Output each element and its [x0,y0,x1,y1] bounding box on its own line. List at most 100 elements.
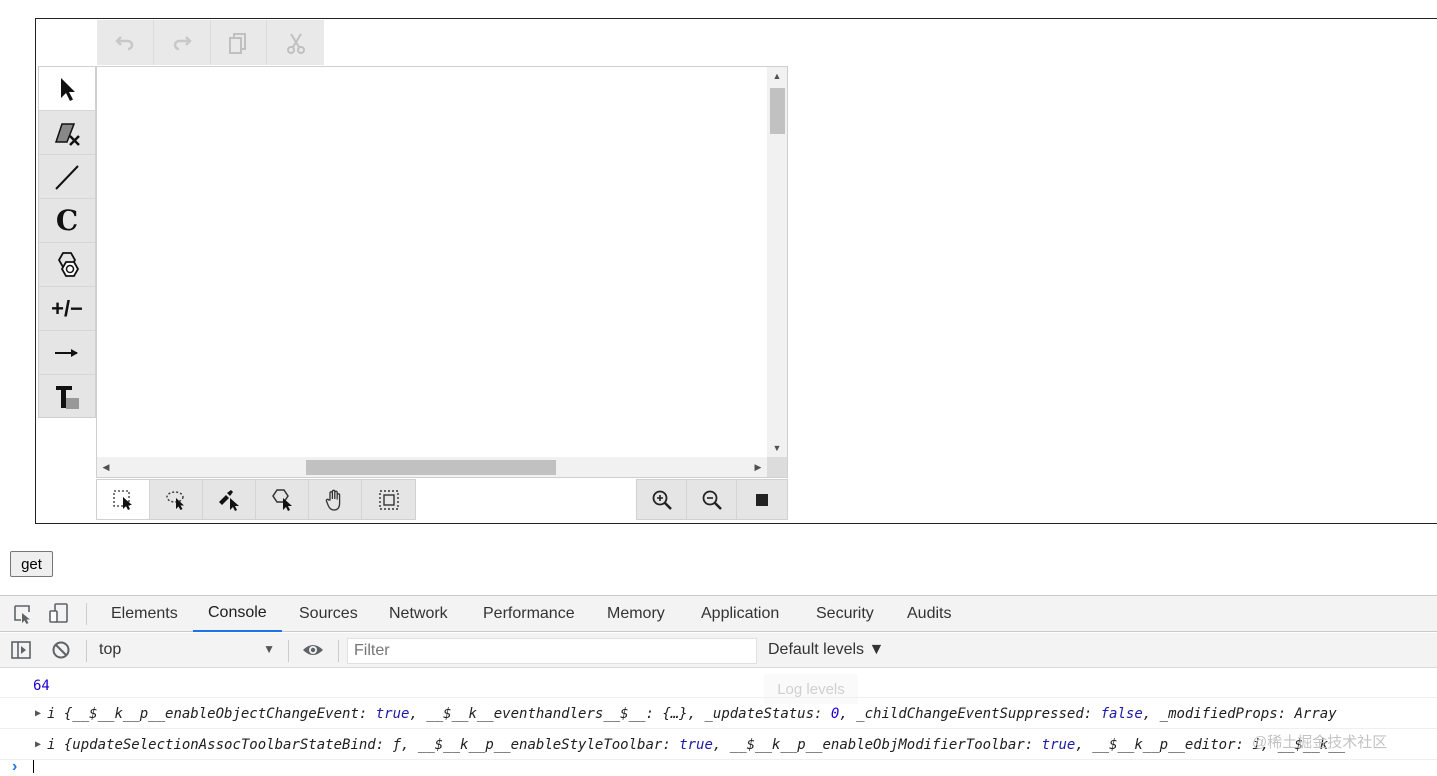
object-token: , _modifiedProps: Array [1142,705,1337,722]
context-selector[interactable]: top ▼ [93,636,283,664]
console-message-object[interactable]: ▶ i {__$__k__p__enableObjectChangeEvent:… [0,699,1437,729]
object-prefix: i { [47,736,73,753]
watermark: @稀土掘金技术社区 [1252,734,1388,751]
toolbar-separator [86,640,87,662]
copy-icon [229,32,247,54]
object-token: true [375,705,410,722]
expand-triangle-icon[interactable]: ▶ [35,708,47,719]
scroll-left-icon[interactable]: ◀ [97,457,115,477]
zoom-in-icon [652,490,672,510]
get-button[interactable]: get [10,551,53,577]
tab-performance[interactable]: Performance [483,596,575,632]
eraser-icon [54,122,80,146]
tab-audits[interactable]: Audits [907,596,951,632]
device-toolbar-button[interactable] [48,602,70,629]
select-arrow-icon [61,77,75,101]
carbon-atom-icon: C [55,204,79,237]
device-mode-icon [49,603,68,623]
expand-triangle-icon[interactable]: ▶ [35,739,47,750]
lasso-select-button[interactable] [150,480,203,519]
charge-tool-button[interactable]: +/− [39,287,95,331]
tab-elements[interactable]: Elements [111,596,178,632]
object-token: true [1041,736,1076,753]
object-preview: __$__k__p__enableObjectChangeEvent: true… [72,706,1336,722]
copy-button[interactable] [211,20,268,65]
undo-icon [115,35,134,50]
bond-line-icon [55,164,79,190]
default-levels-dropdown[interactable]: Default levels ▼ [768,636,884,664]
text-icon [56,386,79,409]
charge-icon: +/− [51,295,83,321]
bond-tool-button[interactable] [39,155,95,199]
console-message-object[interactable]: ▶ i {updateSelectionAssocToolbarStateBin… [0,730,1437,760]
tab-console[interactable]: Console [193,596,282,632]
horizontal-scroll-thumb[interactable] [306,460,556,475]
object-token: false [1100,705,1143,722]
clear-console-button[interactable] [50,639,72,666]
object-token: , __$__k__eventhandlers__$__: {…}, _upda… [409,705,831,722]
scroll-down-icon[interactable]: ▼ [767,439,787,457]
cut-icon [286,32,305,54]
object-prefix: i { [47,705,73,722]
edit-toolbar [97,20,324,65]
zoom-out-icon [702,490,722,510]
reaction-arrow-icon [55,348,78,357]
rect-select-button[interactable] [97,480,150,519]
vertical-scroll-thumb[interactable] [770,88,785,134]
tab-separator [86,603,87,625]
select-all-button[interactable] [362,480,415,519]
zoom-toolbar [636,479,788,520]
scroll-corner [767,457,787,477]
eye-icon [303,645,323,655]
brush-select-icon [219,489,239,511]
show-sidebar-button[interactable] [10,639,32,666]
selection-toolbar [96,479,416,520]
object-token: true [679,736,713,753]
reset-zoom-button[interactable] [737,480,787,519]
tab-security[interactable]: Security [816,596,874,632]
zoom-out-button[interactable] [687,480,737,519]
lasso-select-icon [166,490,184,510]
console-input-caret[interactable] [33,760,34,773]
object-token: __$__k__p__enableObjectChangeEvent: [72,705,376,722]
toolbar-separator [338,640,339,662]
chevron-down-icon: ▼ [263,642,275,656]
scroll-up-icon[interactable]: ▲ [767,67,787,85]
object-preview: updateSelectionAssocToolbarStateBind: ƒ,… [72,737,1345,753]
fragment-select-icon [272,488,292,511]
zoom-in-button[interactable] [637,480,687,519]
live-expression-button[interactable] [302,639,324,666]
undo-button[interactable] [97,20,154,65]
brush-select-button[interactable] [203,480,256,519]
filter-input[interactable] [347,638,757,664]
reset-zoom-icon [756,493,768,506]
tab-application[interactable]: Application [701,596,779,632]
tab-memory[interactable]: Memory [607,596,665,632]
redo-button[interactable] [154,20,211,65]
object-token: , __$__k__p__enableObjModifierToolbar: [712,736,1042,753]
reaction-arrow-button[interactable] [39,331,95,375]
tab-sources[interactable]: Sources [299,596,358,632]
object-token: ƒ [392,736,402,753]
sidebar-toggle-icon [11,641,31,659]
tab-network[interactable]: Network [389,596,448,632]
console-prompt-icon: › [12,758,18,775]
object-token: , _childChangeEventSuppressed: [839,705,1101,722]
ring-template-icon [57,251,80,277]
inspect-element-button[interactable] [12,603,34,630]
fragment-select-button[interactable] [256,480,309,519]
cut-button[interactable] [267,20,324,65]
clear-console-icon [52,641,70,659]
atom-tool-button[interactable]: C [39,199,95,243]
eraser-tool-button[interactable] [39,111,95,155]
rect-select-icon [113,489,132,510]
object-token: , __$__k__p__enableStyleToolbar: [401,736,680,753]
console-value: 64 [33,677,50,694]
select-tool-button[interactable] [39,67,95,111]
inspect-element-icon [14,605,30,624]
text-tool-button[interactable] [39,375,95,419]
pan-button[interactable] [309,480,362,519]
drawing-canvas[interactable] [96,66,788,478]
ring-template-button[interactable] [39,243,95,287]
scroll-right-icon[interactable]: ▶ [749,457,767,477]
